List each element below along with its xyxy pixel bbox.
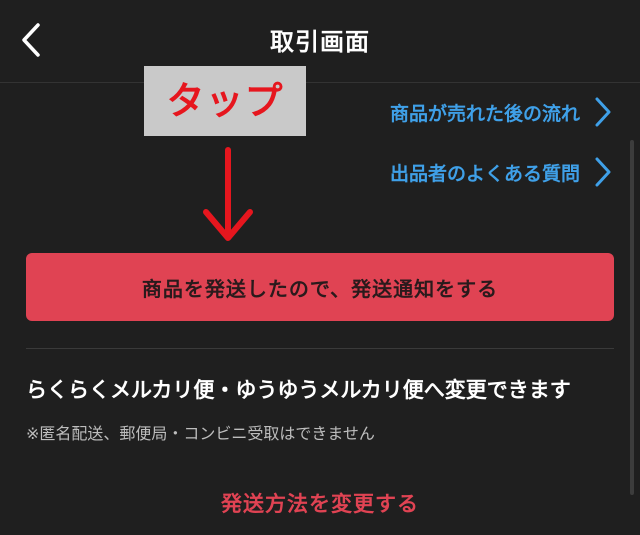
divider [26, 348, 614, 349]
page-title: 取引画面 [270, 28, 370, 56]
scrollbar[interactable] [630, 140, 634, 495]
arrow-down-icon [203, 147, 253, 241]
tap-annotation-label: タップ [144, 66, 306, 136]
send-shipping-notice-button[interactable]: 商品を発送したので、発送通知をする [26, 253, 614, 321]
link-flow-after-sale-label: 商品が売れた後の流れ [389, 102, 580, 125]
change-shipping-method-link[interactable]: 発送方法を変更する [0, 488, 640, 518]
link-seller-faq[interactable]: 出品者のよくある質問 [390, 154, 614, 190]
link-flow-after-sale[interactable]: 商品が売れた後の流れ [390, 94, 614, 130]
shipping-change-note: ※匿名配送、郵便局・コンビニ受取はできません [26, 424, 375, 443]
chevron-right-icon [595, 157, 611, 187]
link-seller-faq-label: 出品者のよくある質問 [389, 162, 580, 185]
shipping-change-info: らくらくメルカリ便・ゆうゆうメルカリ便へ変更できます [26, 378, 571, 402]
header-bar: 取引画面 [0, 0, 640, 83]
chevron-right-icon [595, 97, 611, 127]
